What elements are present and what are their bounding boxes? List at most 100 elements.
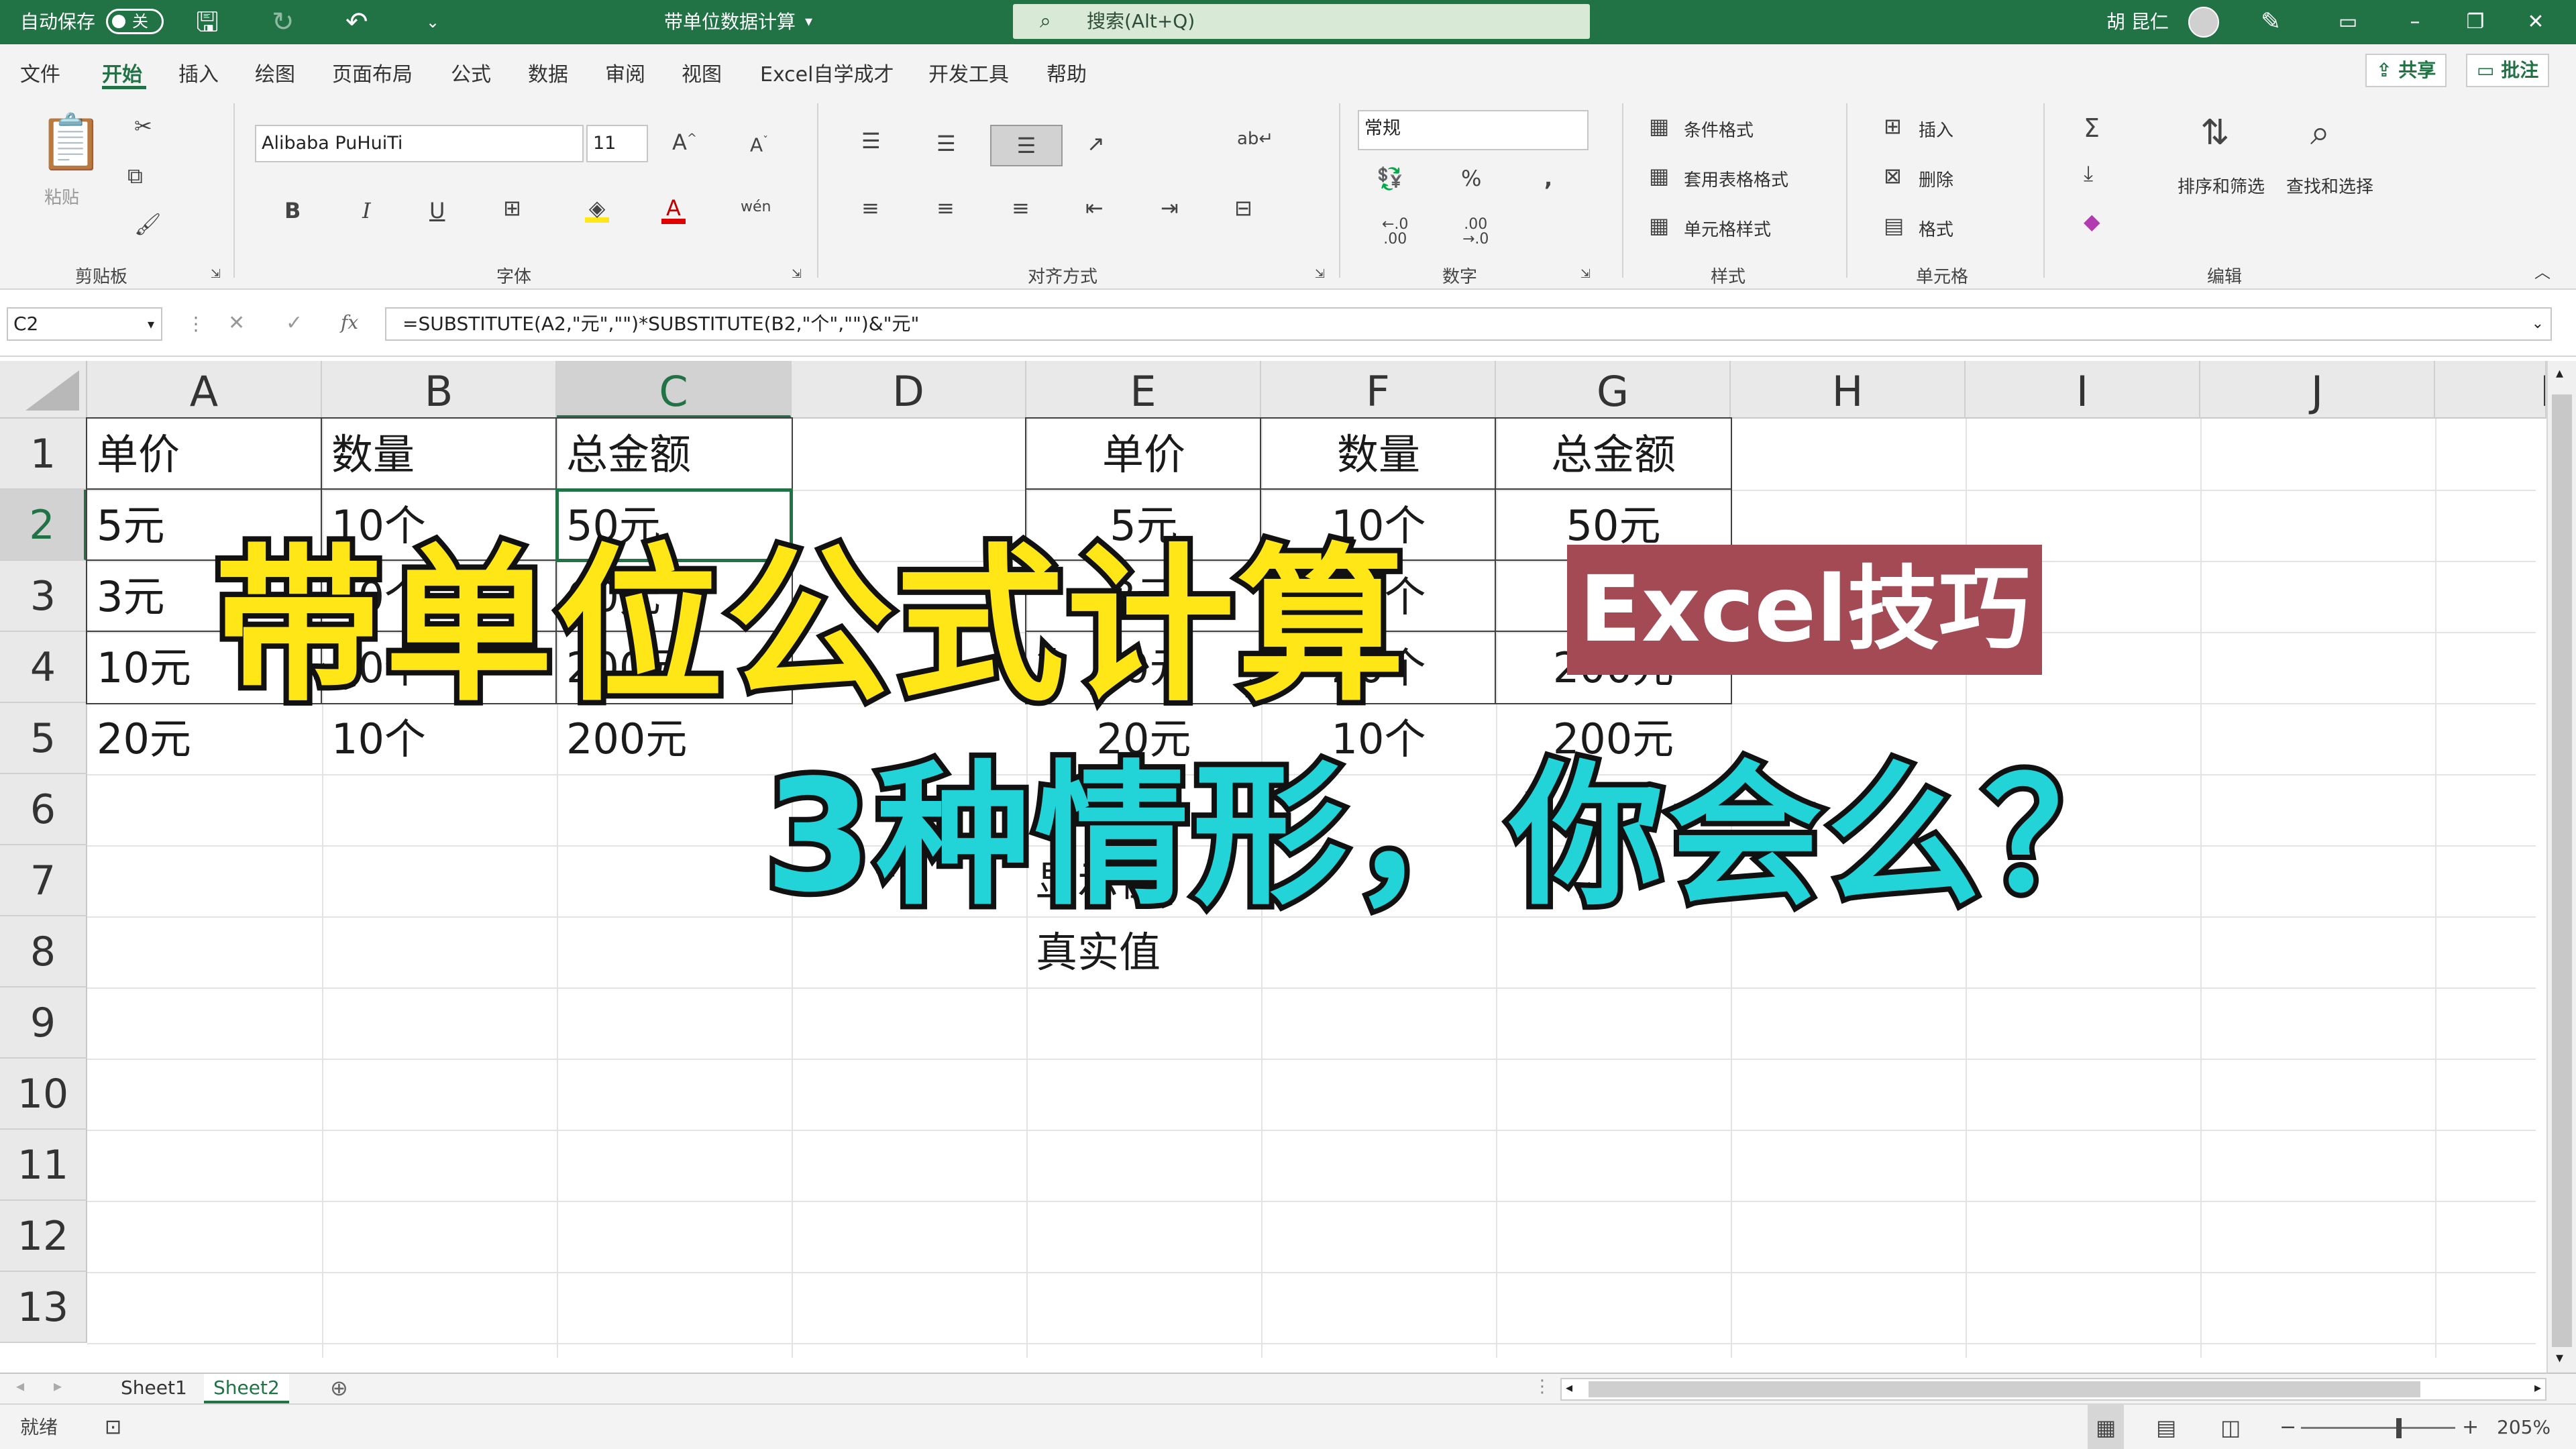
alignment-launcher-icon[interactable]: ⇲ <box>1315 268 1325 280</box>
tab-excel-self-study[interactable]: Excel自学成才 <box>760 58 894 87</box>
column-header-h[interactable]: H <box>1731 361 1966 419</box>
cell-a1[interactable]: 单价 <box>87 420 322 490</box>
pen-icon[interactable]: ✎ <box>2261 0 2281 44</box>
cut-icon[interactable]: ✂ <box>134 115 152 137</box>
font-color-icon[interactable]: A <box>661 197 686 224</box>
tab-review[interactable]: 审阅 <box>605 58 645 87</box>
scroll-left-icon[interactable]: ◂ <box>1566 1379 1572 1395</box>
sheet-tab-sheet1[interactable]: Sheet1 <box>111 1374 197 1403</box>
horizontal-scroll-thumb[interactable] <box>1589 1381 2420 1397</box>
currency-icon[interactable]: 💱 <box>1377 168 1403 189</box>
cell-g1[interactable]: 总金额 <box>1496 420 1731 490</box>
column-header-g[interactable]: G <box>1496 361 1731 419</box>
column-header-f[interactable]: F <box>1261 361 1496 419</box>
format-painter-icon[interactable]: 🖌 <box>134 213 162 235</box>
align-middle-icon[interactable]: ☰ <box>936 133 956 154</box>
tab-insert[interactable]: 插入 <box>178 58 219 87</box>
zoom-slider[interactable] <box>2301 1427 2455 1429</box>
more-icon[interactable]: ⋮ <box>1534 1377 1551 1397</box>
minimize-button[interactable]: – <box>2381 0 2449 44</box>
find-select-icon[interactable]: ⌕ <box>2310 115 2330 150</box>
row-header-7[interactable]: 7 <box>0 845 87 916</box>
insert-cells-icon[interactable]: ⊞ <box>1884 115 1902 137</box>
row-header-5[interactable]: 5 <box>0 703 87 774</box>
sort-filter-icon[interactable]: ⇅ <box>2200 115 2230 150</box>
column-header-j[interactable]: J <box>2200 361 2435 419</box>
row-header-9[interactable]: 9 <box>0 987 87 1059</box>
font-size-select[interactable]: 11 <box>586 125 648 162</box>
decrease-indent-icon[interactable]: ⇤ <box>1085 197 1104 219</box>
cell-c1[interactable]: 总金额 <box>557 420 792 490</box>
zoom-slider-knob[interactable] <box>2396 1418 2402 1438</box>
cell-e1[interactable]: 单价 <box>1026 420 1261 490</box>
column-header-i[interactable]: I <box>1966 361 2200 419</box>
collapse-ribbon-icon[interactable]: ︿ <box>2534 264 2551 280</box>
row-header-8[interactable]: 8 <box>0 916 87 987</box>
align-right-icon[interactable]: ≡ <box>1012 197 1030 219</box>
page-break-view-icon[interactable]: ◫ <box>2220 1405 2241 1449</box>
row-header-13[interactable]: 13 <box>0 1272 87 1343</box>
increase-font-icon[interactable]: A^ <box>672 131 697 153</box>
decrease-decimal-icon[interactable]: .00 →.0 <box>1462 217 1489 247</box>
zoom-level[interactable]: 205% <box>2497 1405 2551 1449</box>
insert-function-icon[interactable]: fx <box>341 311 358 333</box>
column-header-d[interactable]: D <box>792 361 1026 419</box>
wrap-text-icon[interactable]: ab↵ <box>1237 130 1273 148</box>
font-launcher-icon[interactable]: ⇲ <box>792 268 802 280</box>
prev-sheet-icon[interactable]: ◂ <box>16 1377 24 1395</box>
tab-page-layout[interactable]: 页面布局 <box>332 58 413 87</box>
increase-decimal-icon[interactable]: ←.0.00 <box>1382 217 1408 247</box>
tab-developer[interactable]: 开发工具 <box>928 58 1009 87</box>
add-sheet-icon[interactable]: ⊕ <box>330 1375 348 1401</box>
row-header-4[interactable]: 4 <box>0 632 87 703</box>
next-sheet-icon[interactable]: ▸ <box>54 1377 62 1395</box>
row-header-2[interactable]: 2 <box>0 490 87 561</box>
tab-help[interactable]: 帮助 <box>1046 58 1087 87</box>
cell-b1[interactable]: 数量 <box>322 420 557 490</box>
phonetic-icon[interactable]: wén <box>741 200 771 215</box>
row-header-3[interactable]: 3 <box>0 561 87 632</box>
align-top-icon[interactable]: ☰ <box>861 130 881 152</box>
format-as-table-button[interactable]: 套用表格格式 <box>1684 166 1788 191</box>
vertical-scroll-thumb[interactable] <box>2552 394 2572 1347</box>
align-center-icon[interactable]: ≡ <box>936 197 955 219</box>
fill-color-icon[interactable]: ◈ <box>585 197 609 223</box>
page-layout-view-icon[interactable]: ▤ <box>2156 1405 2176 1449</box>
format-as-table-icon[interactable]: ▦ <box>1649 165 1669 186</box>
conditional-format-icon[interactable]: ▦ <box>1649 115 1669 137</box>
percent-icon[interactable]: % <box>1461 168 1481 189</box>
quick-access-dropdown-icon[interactable]: ⌄ <box>426 0 439 44</box>
title-dropdown-icon[interactable]: ▾ <box>805 0 812 44</box>
bold-button[interactable]: B <box>284 200 301 221</box>
clear-icon[interactable]: ◆ <box>2084 211 2100 232</box>
accessibility-icon[interactable]: ⊡ <box>105 1405 121 1449</box>
formula-input[interactable]: =SUBSTITUTE(A2,"元","")*SUBSTITUTE(B2,"个"… <box>385 307 2552 341</box>
cell-f1[interactable]: 数量 <box>1261 420 1496 490</box>
tab-file[interactable]: 文件 <box>20 58 60 87</box>
row-header-10[interactable]: 10 <box>0 1059 87 1130</box>
autosave-toggle[interactable]: 关 <box>106 9 164 34</box>
fill-icon[interactable]: ⤓ <box>2084 162 2093 184</box>
undo-icon[interactable]: ↶ <box>345 0 368 44</box>
zoom-in-icon[interactable]: + <box>2462 1405 2479 1449</box>
underline-button[interactable]: U <box>429 200 445 221</box>
vertical-scrollbar[interactable]: ▴ ▾ <box>2546 361 2576 1373</box>
cancel-icon[interactable]: ✕ <box>228 311 245 335</box>
search-box[interactable]: ⌕ 搜索(Alt+Q) <box>1013 4 1590 39</box>
align-bottom-icon[interactable]: ☰ <box>990 125 1063 166</box>
normal-view-icon[interactable]: ▦ <box>2088 1405 2125 1449</box>
delete-cells-icon[interactable]: ⊠ <box>1884 165 1902 186</box>
tab-data[interactable]: 数据 <box>528 58 568 87</box>
conditional-format-button[interactable]: 条件格式 <box>1684 117 1754 142</box>
format-cells-button[interactable]: 格式 <box>1919 216 1953 241</box>
column-header-b[interactable]: B <box>322 361 557 419</box>
scroll-up-icon[interactable]: ▴ <box>2556 365 2563 382</box>
scroll-right-icon[interactable]: ▸ <box>2534 1379 2541 1395</box>
row-header-6[interactable]: 6 <box>0 774 87 845</box>
insert-cells-button[interactable]: 插入 <box>1919 117 1953 142</box>
comma-style-icon[interactable]: , <box>1544 168 1552 189</box>
horizontal-scrollbar[interactable]: ◂ ▸ <box>1560 1378 2546 1401</box>
name-box[interactable]: C2 ▾ <box>7 307 162 341</box>
row-header-11[interactable]: 11 <box>0 1130 87 1201</box>
sheet-tab-sheet2[interactable]: Sheet2 <box>204 1374 289 1403</box>
